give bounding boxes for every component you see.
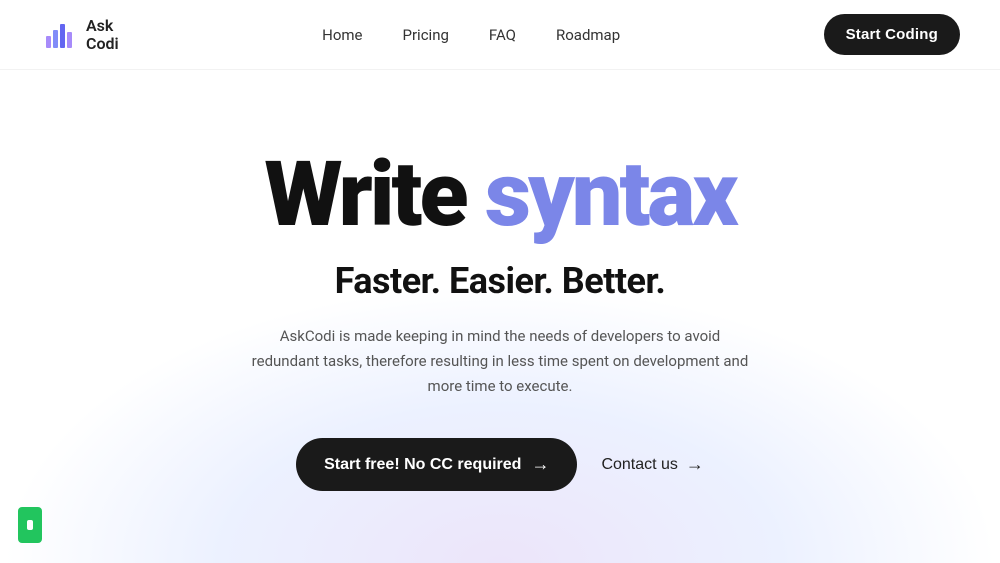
- nav-item-pricing[interactable]: Pricing: [403, 25, 449, 44]
- start-free-button[interactable]: Start free! No CC required →: [296, 438, 577, 491]
- navbar: Ask Codi Home Pricing FAQ Roadmap Start …: [0, 0, 1000, 70]
- nav-item-faq[interactable]: FAQ: [489, 25, 516, 44]
- logo-ask: Ask: [86, 16, 113, 35]
- hero-description: AskCodi is made keeping in mind the need…: [250, 324, 750, 398]
- nav-link-pricing[interactable]: Pricing: [403, 26, 449, 44]
- start-free-label: Start free! No CC required: [324, 456, 521, 474]
- hero-title-write: Write: [264, 142, 485, 247]
- nav-item-roadmap[interactable]: Roadmap: [556, 25, 620, 44]
- contact-us-button[interactable]: Contact us →: [601, 454, 703, 475]
- hero-subtitle: Faster. Easier. Better.: [335, 260, 666, 302]
- hero-section: Write syntax Faster. Easier. Better. Ask…: [0, 70, 1000, 491]
- logo-icon: [40, 16, 78, 54]
- hero-title-syntax: syntax: [485, 142, 736, 247]
- nav-links: Home Pricing FAQ Roadmap: [322, 25, 620, 44]
- hero-title: Write syntax: [264, 150, 735, 240]
- start-free-arrow: →: [531, 454, 549, 475]
- nav-link-faq[interactable]: FAQ: [489, 26, 516, 44]
- hero-buttons: Start free! No CC required → Contact us …: [296, 438, 704, 491]
- start-coding-button[interactable]: Start Coding: [824, 14, 960, 55]
- logo[interactable]: Ask Codi: [40, 16, 119, 54]
- nav-item-home[interactable]: Home: [322, 25, 362, 44]
- indicator-inner: [27, 520, 33, 530]
- nav-link-home[interactable]: Home: [322, 26, 362, 44]
- contact-us-arrow: →: [686, 454, 704, 475]
- nav-link-roadmap[interactable]: Roadmap: [556, 26, 620, 44]
- indicator-widget: [18, 507, 42, 543]
- logo-codi: Codi: [86, 34, 119, 53]
- contact-us-label: Contact us: [601, 456, 677, 474]
